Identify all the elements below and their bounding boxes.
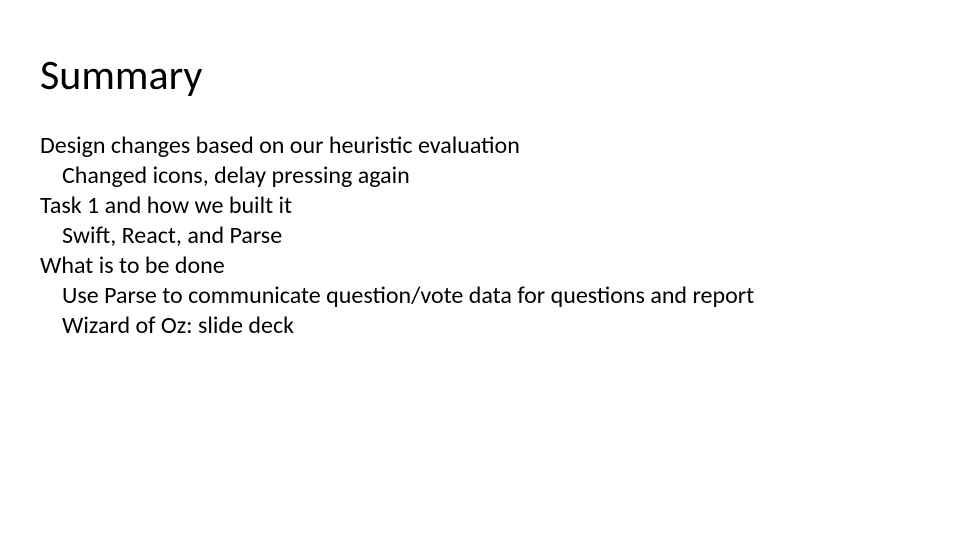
slide-title: Summary (40, 50, 920, 101)
list-item: Changed icons, delay pressing again (62, 161, 920, 191)
list-item: Use Parse to communicate question/vote d… (62, 281, 920, 311)
list-item: Swift, React, and Parse (62, 221, 920, 251)
slide-body: Design changes based on our heuristic ev… (40, 131, 920, 341)
list-item: Wizard of Oz: slide deck (62, 311, 920, 341)
list-item: What is to be done (40, 251, 920, 281)
list-item: Design changes based on our heuristic ev… (40, 131, 920, 161)
list-item: Task 1 and how we built it (40, 191, 920, 221)
